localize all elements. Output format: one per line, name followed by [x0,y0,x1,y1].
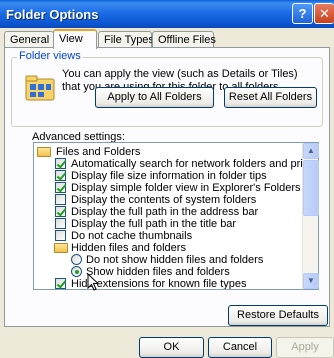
checkbox[interactable] [55,182,66,193]
checkbox[interactable] [55,194,66,205]
title-bar[interactable]: Folder Options ? ✕ [0,0,334,28]
reset-all-folders-button[interactable]: Reset All Folders [224,87,317,108]
checkbox[interactable] [55,170,66,181]
checkbox[interactable] [55,218,66,229]
vertical-scrollbar[interactable]: ▲ ▼ [302,143,319,289]
checkbox[interactable] [55,206,66,217]
radio-button[interactable] [71,254,82,265]
tab-view[interactable]: View [53,29,97,49]
folder-views-legend: Folder views [17,50,83,62]
tab-file-types[interactable]: File Types [98,31,154,48]
checkbox[interactable] [55,158,66,169]
folder-views-icon [25,75,55,101]
tab-offline-files[interactable]: Offline Files [152,31,216,48]
checkbox[interactable] [55,278,66,289]
checkbox[interactable] [55,230,66,241]
folder-icon [54,243,68,253]
advanced-settings-list[interactable]: Files and Folders Automatically search f… [33,142,319,290]
window-title: Folder Options [6,7,99,22]
folder-options-dialog: Folder Options ? ✕ General View File Typ… [0,0,334,358]
mouse-pointer-icon [87,273,99,291]
folder-icon [37,147,51,157]
apply-button[interactable]: Apply [276,337,334,358]
scroll-down-button[interactable]: ▼ [303,273,319,289]
close-button[interactable]: ✕ [314,3,334,24]
cancel-button[interactable]: Cancel [208,337,272,358]
apply-to-all-folders-button[interactable]: Apply to All Folders [95,87,214,108]
radio-button[interactable] [71,266,82,277]
restore-defaults-button[interactable]: Restore Defaults [228,305,328,326]
tab-general[interactable]: General [4,31,54,48]
scroll-thumb[interactable] [303,160,319,216]
ok-button[interactable]: OK [139,337,204,358]
help-button[interactable]: ? [292,3,313,24]
scroll-up-button[interactable]: ▲ [303,143,319,159]
